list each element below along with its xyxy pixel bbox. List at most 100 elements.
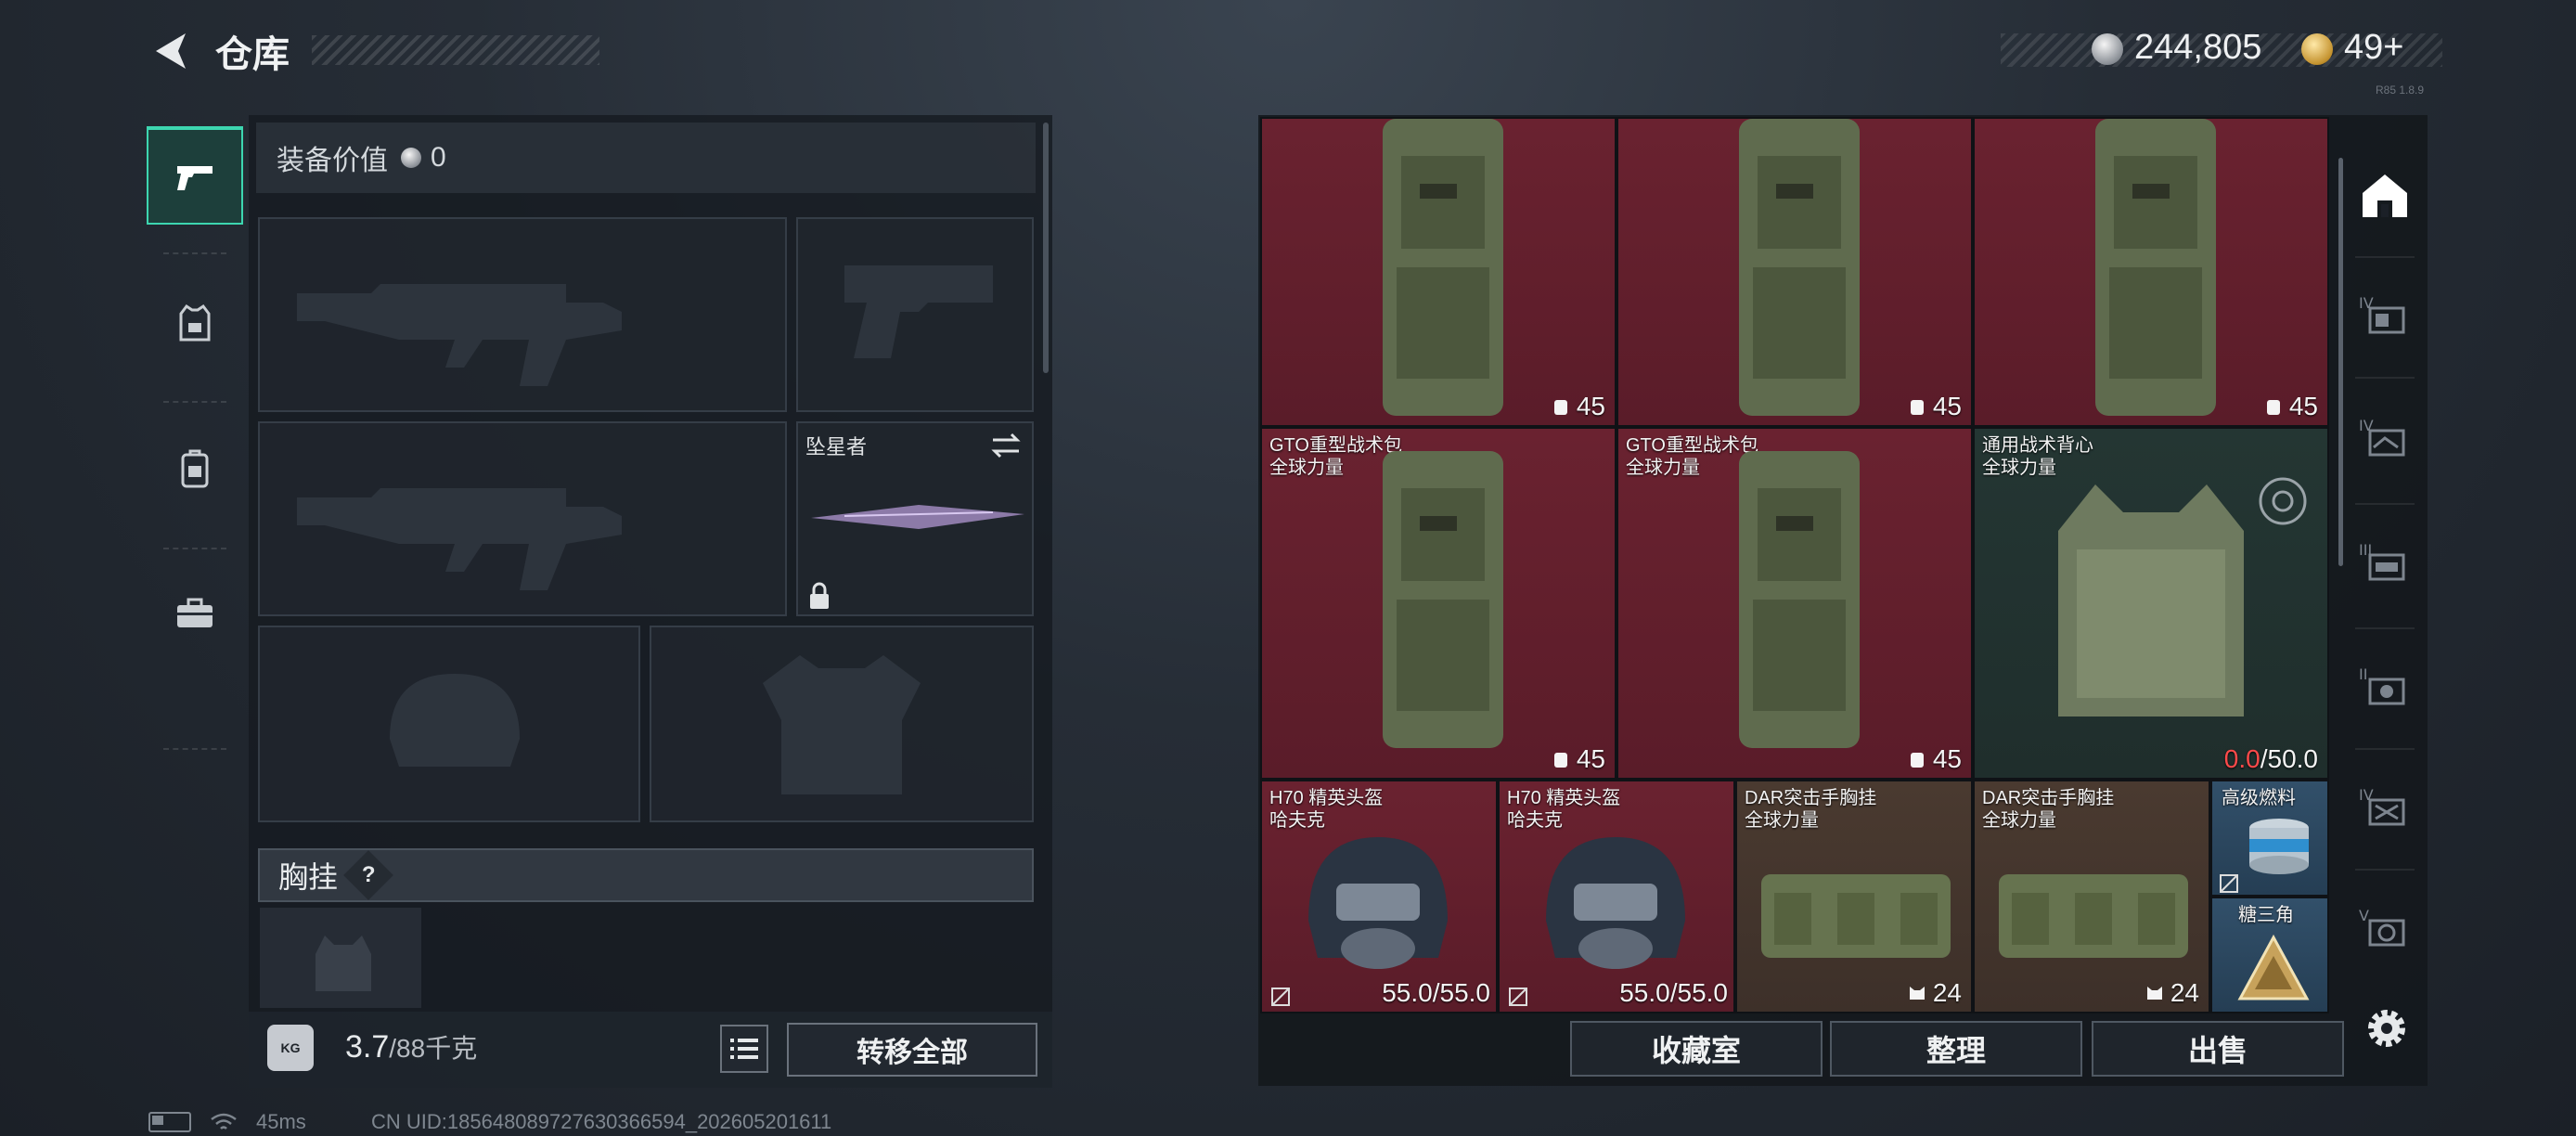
stash-iv-icon: IV [2359, 786, 2405, 826]
equipment-value: 0 [431, 142, 446, 173]
secondary-weapon-slot[interactable] [258, 421, 787, 616]
back-arrow-icon [156, 33, 186, 69]
warehouse-icon [2363, 174, 2407, 217]
tab-stash-ii[interactable]: II [2342, 631, 2428, 742]
list-view-button[interactable] [720, 1025, 768, 1073]
loadout-scrollbar[interactable] [1043, 123, 1049, 373]
stash-iii-icon: III [2359, 541, 2405, 581]
list-icon [730, 1039, 758, 1059]
tab-armor[interactable] [147, 275, 243, 373]
collection-room-button[interactable]: 收藏室 [1570, 1021, 1823, 1077]
backpack-mini-icon [1910, 753, 1924, 768]
backpack-item-icon [1739, 451, 1860, 748]
transfer-all-button[interactable]: 转移全部 [787, 1023, 1037, 1077]
melee-slot[interactable]: 坠星者 [796, 421, 1034, 616]
help-button[interactable]: ? [343, 850, 393, 900]
stash-item-gto-backpack[interactable]: GTO重型战术包 全球力量 45 [1260, 427, 1616, 780]
backpack-mini-icon [1910, 400, 1924, 415]
user-uid: CN UID:18564808972763036659​4_2026052016… [371, 1110, 832, 1133]
chest-rig-item-icon [1761, 874, 1951, 958]
rig-mini-icon [1909, 987, 1925, 1000]
body-armor-slot[interactable] [650, 626, 1034, 822]
backpack-mini-icon [2266, 400, 2280, 415]
stash-iv-icon: IV [2359, 294, 2405, 334]
item-count: 24 [2145, 978, 2199, 1008]
tab-stash-iv-2[interactable]: IV [2342, 382, 2428, 494]
stash-ii-icon: II [2359, 665, 2405, 705]
item-count: 45 [1907, 744, 1962, 774]
tab-stash-v[interactable]: V [2342, 872, 2428, 984]
stash-item-tactical-vest[interactable]: 通用战术背心 全球力量 0.0/50.0 [1973, 427, 2329, 780]
item-name: DAR突击手胸挂 全球力量 [1982, 788, 2115, 831]
helmet-slot[interactable] [258, 626, 640, 822]
stash-item-chest-rig[interactable]: DAR突击手胸挂 全球力量 24 [1973, 780, 2210, 1013]
stash-item-helmet[interactable]: H70 精英头盔 哈夫克 55.0/55.0 [1498, 780, 1735, 1013]
helmet-silhouette-icon [390, 674, 520, 767]
stash-item-backpack[interactable]: 45 [1616, 117, 1973, 427]
stash-item-fuel[interactable]: 高级燃料 [2210, 780, 2329, 897]
knife-icon [811, 505, 1024, 529]
pistol-silhouette-icon [844, 265, 993, 358]
item-count: 24 [1907, 978, 1962, 1008]
backpack-item-icon [1383, 451, 1503, 748]
sidearm-slot[interactable] [796, 217, 1034, 412]
toolbox-icon [177, 598, 213, 627]
item-count: 45 [1551, 744, 1605, 774]
stash-item-backpack[interactable]: 45 [1260, 117, 1616, 427]
stash-tabs: IV IV III II IV V [2342, 139, 2428, 993]
no-insure-icon [1509, 988, 1527, 1006]
backpack-icon [181, 449, 209, 488]
stash-item-helmet[interactable]: H70 精英头盔 哈夫克 55.0/55.0 [1260, 780, 1498, 1013]
backpack-mini-icon [1553, 753, 1567, 768]
wifi-icon [211, 1113, 237, 1130]
triangle-item-icon [2237, 934, 2310, 1000]
gold-currency-amount[interactable]: 49+ [2344, 28, 2403, 68]
stash-iv-icon: IV [2359, 417, 2405, 457]
page-title: 仓库 [215, 34, 290, 75]
silver-coin-icon [2092, 33, 2123, 65]
back-button[interactable] [148, 28, 195, 74]
tab-stash-all[interactable] [2342, 139, 2428, 251]
tab-stash-iv[interactable]: IV [2342, 260, 2428, 371]
stash-item-gto-backpack[interactable]: GTO重型战术包 全球力量 45 [1616, 427, 1973, 780]
silver-currency-amount: 244,805 [2134, 28, 2262, 67]
tab-stash-iv-3[interactable]: IV [2342, 752, 2428, 863]
item-name: DAR突击手胸挂 全球力量 [1745, 788, 1877, 831]
settings-gear-icon[interactable] [2361, 1002, 2413, 1054]
item-durability: 55.0/55.0 [1619, 978, 1728, 1007]
weight-current: 3.7 [345, 1029, 390, 1065]
stash-item-backpack[interactable]: 45 [1973, 117, 2329, 427]
chest-rig-header: 胸挂 ? [258, 848, 1034, 902]
tab-stash-iii[interactable]: III [2342, 507, 2428, 618]
item-name: 糖三角 [2238, 905, 2294, 925]
weight-max: /88千克 [389, 1034, 478, 1063]
chest-rig-item-icon [1999, 874, 2188, 958]
rifle-silhouette-icon [297, 284, 622, 386]
chest-rig-slot[interactable] [260, 908, 421, 1008]
carry-weight: 3.7/88千克 [345, 1028, 477, 1065]
rig-mini-icon [2146, 987, 2162, 1000]
no-insure-icon [1271, 988, 1290, 1006]
stash-item-sugar-triangle[interactable]: 糖三角 [2210, 897, 2329, 1013]
battery-icon [148, 1112, 191, 1132]
helmet-item-icon [1546, 837, 1685, 969]
armor-silhouette-icon [763, 655, 921, 794]
primary-weapon-slot[interactable] [258, 217, 787, 412]
sell-button[interactable]: 出售 [2092, 1021, 2344, 1077]
stash-item-chest-rig[interactable]: DAR突击手胸挂 全球力量 24 [1735, 780, 1973, 1013]
item-durability: 0.0/50.0 [2223, 744, 2318, 773]
svg-text:V: V [2359, 907, 2369, 924]
swap-icon[interactable] [989, 431, 1023, 460]
tab-backpack[interactable] [147, 420, 243, 518]
item-durability: 55.0/55.0 [1382, 978, 1490, 1007]
tab-weapons[interactable] [147, 126, 243, 225]
item-count: 45 [1907, 392, 1962, 421]
no-insure-icon [2220, 874, 2238, 893]
helmet-item-icon [1308, 837, 1448, 969]
organize-button[interactable]: 整理 [1830, 1021, 2082, 1077]
gold-coin-icon [2301, 33, 2333, 65]
item-count: 45 [1551, 392, 1605, 421]
backpack-item-icon [1739, 119, 1860, 416]
version-text: R85 1.8.9 [2376, 84, 2425, 97]
tab-toolbox[interactable] [147, 564, 243, 663]
